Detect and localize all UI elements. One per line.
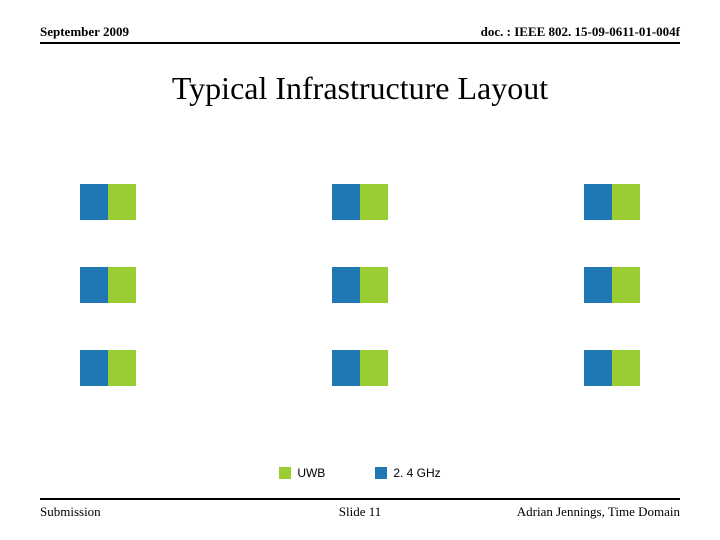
- node: [80, 267, 136, 303]
- node-uwb-icon: [360, 350, 388, 386]
- node-uwb-icon: [108, 184, 136, 220]
- footer-author: Adrian Jennings, Time Domain: [517, 504, 680, 520]
- node: [80, 184, 136, 220]
- legend-item-uwb: UWB: [279, 466, 325, 480]
- legend-item-2_4ghz: 2. 4 GHz: [375, 466, 440, 480]
- node: [332, 267, 388, 303]
- legend-2_4ghz-swatch-icon: [375, 467, 387, 479]
- node: [584, 267, 640, 303]
- node: [332, 184, 388, 220]
- node-2_4ghz-icon: [332, 350, 360, 386]
- header-doc-id: doc. : IEEE 802. 15-09-0611-01-004f: [481, 24, 680, 40]
- node-uwb-icon: [612, 350, 640, 386]
- node-uwb-icon: [360, 267, 388, 303]
- header-date: September 2009: [40, 24, 129, 40]
- node-grid: [80, 160, 640, 410]
- node-2_4ghz-icon: [80, 350, 108, 386]
- node-2_4ghz-icon: [80, 184, 108, 220]
- node-2_4ghz-icon: [584, 350, 612, 386]
- node-uwb-icon: [612, 184, 640, 220]
- legend-uwb-label: UWB: [297, 466, 325, 480]
- legend-uwb-swatch-icon: [279, 467, 291, 479]
- node-uwb-icon: [108, 267, 136, 303]
- node-2_4ghz-icon: [584, 267, 612, 303]
- node-2_4ghz-icon: [332, 184, 360, 220]
- node: [80, 350, 136, 386]
- legend: UWB 2. 4 GHz: [0, 466, 720, 480]
- slide-header: September 2009 doc. : IEEE 802. 15-09-06…: [40, 24, 680, 44]
- node-uwb-icon: [108, 350, 136, 386]
- node-2_4ghz-icon: [332, 267, 360, 303]
- node: [332, 350, 388, 386]
- node-uwb-icon: [612, 267, 640, 303]
- slide-title: Typical Infrastructure Layout: [0, 70, 720, 107]
- slide-footer: Submission Slide 11 Adrian Jennings, Tim…: [40, 498, 680, 520]
- node-uwb-icon: [360, 184, 388, 220]
- node-2_4ghz-icon: [80, 267, 108, 303]
- node: [584, 350, 640, 386]
- legend-2_4ghz-label: 2. 4 GHz: [393, 466, 440, 480]
- node-2_4ghz-icon: [584, 184, 612, 220]
- slide: September 2009 doc. : IEEE 802. 15-09-06…: [0, 0, 720, 540]
- footer-left: Submission: [40, 504, 101, 520]
- node: [584, 184, 640, 220]
